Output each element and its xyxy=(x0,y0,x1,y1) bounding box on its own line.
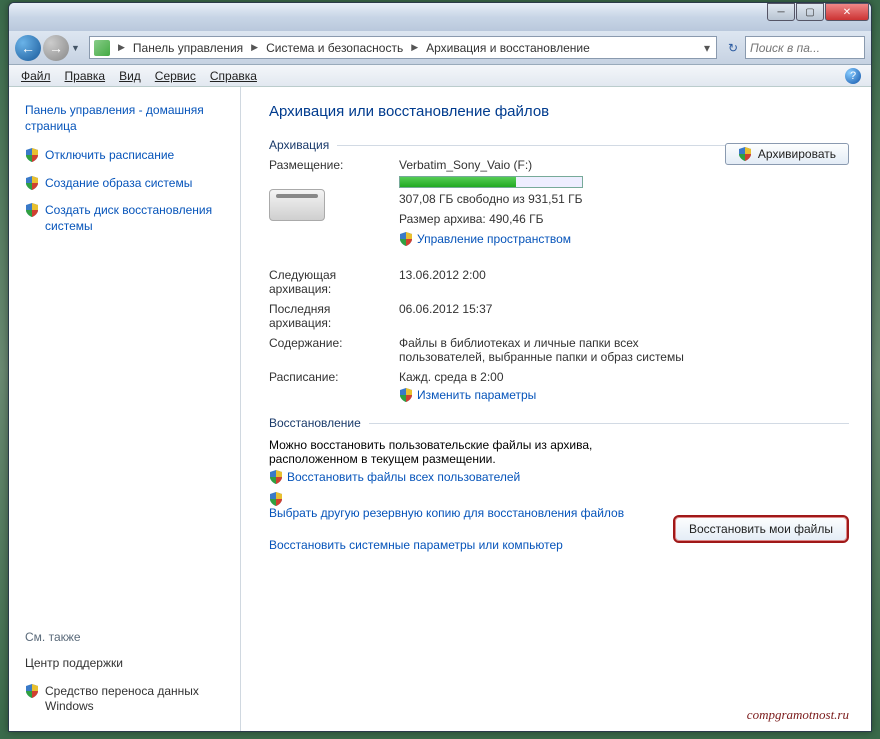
crumb-dropdown[interactable]: ▾ xyxy=(700,41,716,55)
shield-icon xyxy=(25,176,39,190)
window: ─ ▢ ✕ ← → ▼ ▶ Панель управления ▶ Систем… xyxy=(8,2,872,732)
crumb-3[interactable]: Архивация и восстановление xyxy=(422,41,594,55)
archive-size: Размер архива: 490,46 ГБ xyxy=(399,212,849,226)
group-backup-legend: Архивация xyxy=(269,138,337,152)
change-settings-link[interactable]: Изменить параметры xyxy=(417,388,536,402)
minimize-button[interactable]: ─ xyxy=(767,3,795,21)
menu-view[interactable]: Вид xyxy=(119,69,141,83)
shield-icon xyxy=(25,148,39,162)
schedule-label: Расписание: xyxy=(269,370,399,384)
restore-my-files-button[interactable]: Восстановить мои файлы xyxy=(673,515,849,543)
menu-edit[interactable]: Правка xyxy=(65,69,106,83)
next-backup-label: Следующая архивация: xyxy=(269,268,399,296)
menu-service[interactable]: Сервис xyxy=(155,69,196,83)
menubar: Файл Правка Вид Сервис Справка ? xyxy=(9,65,871,87)
contents-label: Содержание: xyxy=(269,336,399,350)
back-button[interactable]: ← xyxy=(15,35,41,61)
menu-file[interactable]: Файл xyxy=(21,69,51,83)
page-title: Архивация или восстановление файлов xyxy=(269,103,849,120)
sidebar-item-create-image[interactable]: Создание образа системы xyxy=(25,176,230,192)
last-backup-label: Последняя архивация: xyxy=(269,302,399,330)
close-button[interactable]: ✕ xyxy=(825,3,869,21)
refresh-button[interactable]: ↻ xyxy=(721,41,745,55)
maximize-button[interactable]: ▢ xyxy=(796,3,824,21)
nav-history-dropdown[interactable]: ▼ xyxy=(71,43,85,53)
disk-usage-bar xyxy=(399,176,583,188)
watermark: compgramotnost.ru xyxy=(747,707,849,723)
shield-icon xyxy=(25,684,39,698)
titlebar: ─ ▢ ✕ xyxy=(9,3,871,31)
forward-button[interactable]: → xyxy=(43,35,69,61)
shield-icon xyxy=(269,470,283,484)
nav-toolbar: ← → ▼ ▶ Панель управления ▶ Система и бе… xyxy=(9,31,871,65)
backup-now-button[interactable]: Архивировать xyxy=(725,143,849,165)
group-restore-legend: Восстановление xyxy=(269,416,369,430)
manage-space-link[interactable]: Управление пространством xyxy=(417,232,571,246)
disk-icon xyxy=(269,189,325,221)
help-icon[interactable]: ? xyxy=(845,68,861,84)
select-another-backup-link[interactable]: Выбрать другую резервную копию для восст… xyxy=(269,506,629,520)
shield-icon xyxy=(25,203,39,217)
shield-icon xyxy=(399,232,413,246)
crumb-2[interactable]: Система и безопасность xyxy=(262,41,407,55)
sidebar-easy-transfer[interactable]: Средство переноса данных Windows xyxy=(25,684,230,715)
shield-icon xyxy=(269,492,283,506)
location-label: Размещение: xyxy=(269,158,399,172)
free-space: 307,08 ГБ свободно из 931,51 ГБ xyxy=(399,192,849,206)
breadcrumb[interactable]: ▶ Панель управления ▶ Система и безопасн… xyxy=(89,36,717,59)
sidebar-support-center[interactable]: Центр поддержки xyxy=(25,656,230,672)
sidebar-home-link[interactable]: Панель управления - домашняя страница xyxy=(25,103,230,134)
shield-icon xyxy=(738,147,752,161)
main-content: Архивация или восстановление файлов Архи… xyxy=(241,87,871,731)
sidebar-item-disable-schedule[interactable]: Отключить расписание xyxy=(25,148,230,164)
restore-text: Можно восстановить пользовательские файл… xyxy=(269,438,609,466)
sidebar-item-recovery-disc[interactable]: Создать диск восстановления системы xyxy=(25,203,230,234)
contents-value: Файлы в библиотеках и личные папки всех … xyxy=(399,336,699,364)
control-panel-icon xyxy=(94,40,110,56)
next-backup-value: 13.06.2012 2:00 xyxy=(399,268,849,282)
chevron-right-icon: ▶ xyxy=(114,42,129,53)
last-backup-value: 06.06.2012 15:37 xyxy=(399,302,849,316)
restore-all-users-link[interactable]: Восстановить файлы всех пользователей xyxy=(287,470,520,484)
search-input[interactable] xyxy=(745,36,865,59)
schedule-value: Кажд. среда в 2:00 xyxy=(399,370,849,384)
chevron-right-icon: ▶ xyxy=(247,42,262,53)
crumb-1[interactable]: Панель управления xyxy=(129,41,247,55)
shield-icon xyxy=(399,388,413,402)
menu-help[interactable]: Справка xyxy=(210,69,257,83)
sidebar: Панель управления - домашняя страница От… xyxy=(9,87,241,731)
chevron-right-icon: ▶ xyxy=(407,42,422,53)
see-also-label: См. также xyxy=(25,630,230,644)
